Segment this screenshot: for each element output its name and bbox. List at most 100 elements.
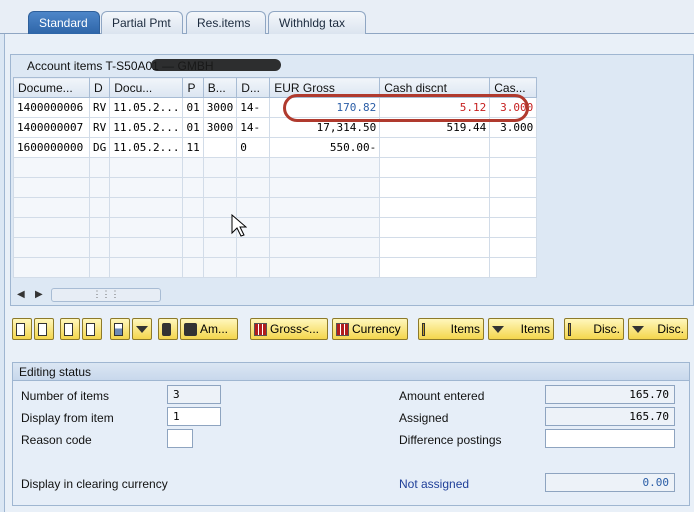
grid-icon [336,322,349,336]
cell-document[interactable]: 1400000007 [13,117,90,138]
cell-document[interactable]: 1400000006 [13,97,90,118]
col-header-doc-type[interactable]: D [88,77,111,98]
tab-standard[interactable]: Standard [28,11,100,34]
cell-doc-type[interactable]: RV [88,97,111,118]
binoculars-icon [162,322,171,336]
cell-days[interactable]: 14- [236,97,271,118]
cell-business-area[interactable]: 3000 [202,117,238,138]
not-assigned-field: 0.00 [545,473,675,492]
cell-cash-discount[interactable]: 5.12 [379,97,491,118]
horizontal-scrollbar[interactable]: ◀ ▶ ⋮⋮⋮ [13,287,163,303]
difference-postings-label[interactable]: Difference postings [399,433,502,447]
select-all-icon [16,322,25,336]
col-header-cash-discount[interactable]: Cash discnt [379,77,491,98]
col-header-doc-date[interactable]: Docu... [109,77,184,98]
cell-doc-date[interactable]: 11.05.2... [109,97,184,118]
tab-partial-pmt[interactable]: Partial Pmt [101,11,183,34]
table-row[interactable]: 1600000000 DG 11.05.2... 11 0 550.00- [13,137,538,158]
activate-items-button[interactable]: Items [418,318,484,340]
cell-business-area[interactable]: 3000 [202,97,238,118]
cell-eur-gross[interactable]: 170.82 [269,97,381,118]
col-header-eur-gross[interactable]: EUR Gross [269,77,381,98]
empty-row [13,197,538,218]
cell-posting-key[interactable]: 01 [182,117,204,138]
editing-status-title: Editing status [13,363,689,381]
table-toolbar: Am... Gross<... Currency Items Items Dis… [12,318,694,340]
difference-postings-field[interactable] [545,429,675,448]
gross-button[interactable]: Gross<... [250,318,328,340]
mouse-cursor-icon [231,214,247,237]
filter-icon [136,325,148,333]
filter-button[interactable] [132,318,152,340]
details-button[interactable] [60,318,80,340]
table-row[interactable]: 1400000006 RV 11.05.2... 01 3000 14- 170… [13,97,538,118]
activate-icon [568,322,571,336]
tab-strip: Standard Partial Pmt Res.items Withhldg … [0,0,694,34]
reason-code-label: Reason code [21,433,92,447]
currency-button[interactable]: Currency [332,318,408,340]
number-of-items-label: Number of items [21,389,110,403]
scroll-left-icon[interactable]: ◀ [17,289,25,300]
account-items-box: Account items T-S50A01 — GMBH Docume... … [10,54,694,306]
col-header-document[interactable]: Docume... [13,77,90,98]
cell-doc-date[interactable]: 11.05.2... [109,137,184,158]
deactivate-items-label: Items [520,322,550,336]
account-items-table: Docume... D Docu... P B... D... EUR Gros… [13,77,538,278]
scrollbar-thumb[interactable]: ⋮⋮⋮ [51,288,161,302]
display-clearing-currency-label[interactable]: Display in clearing currency [21,477,168,491]
cell-doc-type[interactable]: DG [88,137,111,158]
cell-days[interactable]: 14- [236,117,271,138]
deactivate-items-button[interactable]: Items [488,318,554,340]
table-header-row: Docume... D Docu... P B... D... EUR Gros… [13,77,538,98]
col-header-cash-discount-pct[interactable]: Cas... [489,77,538,98]
list-button[interactable] [82,318,102,340]
cell-posting-key[interactable]: 01 [182,97,204,118]
tab-withholding-tax[interactable]: Withhldg tax [268,11,366,34]
find-amount-button[interactable]: Am... [180,318,238,340]
find-button[interactable] [158,318,178,340]
print-icon [114,322,123,336]
col-header-days[interactable]: D... [236,77,271,98]
tab-res-items[interactable]: Res.items [186,11,266,34]
number-of-items-field: 3 [167,385,221,404]
find-amount-label: Am... [200,322,229,336]
cell-business-area[interactable] [202,137,238,158]
empty-row [13,177,538,198]
col-header-business-area[interactable]: B... [202,77,238,98]
cell-cash-discount[interactable] [379,137,491,158]
not-assigned-label: Not assigned [399,477,470,491]
reason-code-input[interactable] [167,429,193,448]
cell-cash-discount-pct[interactable] [489,137,538,158]
cell-days[interactable]: 0 [236,137,271,158]
col-header-posting-key[interactable]: P [182,77,204,98]
cell-doc-type[interactable]: RV [88,117,111,138]
scroll-right-icon[interactable]: ▶ [35,289,43,300]
deactivate-icon [492,325,504,333]
deactivate-discount-button[interactable]: Disc. [628,318,688,340]
assigned-field: 165.70 [545,407,675,426]
empty-row [13,157,538,178]
cell-cash-discount-pct[interactable]: 3.000 [489,97,538,118]
cell-document[interactable]: 1600000000 [13,137,90,158]
cell-posting-key[interactable]: 11 [182,137,204,158]
deactivate-icon [632,325,644,333]
cell-cash-discount-pct[interactable]: 3.000 [489,117,538,138]
details-icon [64,322,73,336]
display-from-item-input[interactable]: 1 [167,407,221,426]
cell-cash-discount[interactable]: 519.44 [379,117,491,138]
currency-label: Currency [352,322,401,336]
redaction-mark [151,59,281,71]
deactivate-discount-label: Disc. [657,322,684,336]
empty-row [13,237,538,258]
select-all-button[interactable] [12,318,32,340]
assigned-label: Assigned [399,411,449,425]
deselect-all-button[interactable] [34,318,54,340]
amount-entered-label: Amount entered [399,389,485,403]
print-button[interactable] [110,318,130,340]
cell-eur-gross[interactable]: 17,314.50 [269,117,381,138]
table-row[interactable]: 1400000007 RV 11.05.2... 01 3000 14- 17,… [13,117,538,138]
gross-label: Gross<... [270,322,320,336]
activate-discount-button[interactable]: Disc. [564,318,624,340]
cell-eur-gross[interactable]: 550.00- [269,137,381,158]
cell-doc-date[interactable]: 11.05.2... [109,117,184,138]
